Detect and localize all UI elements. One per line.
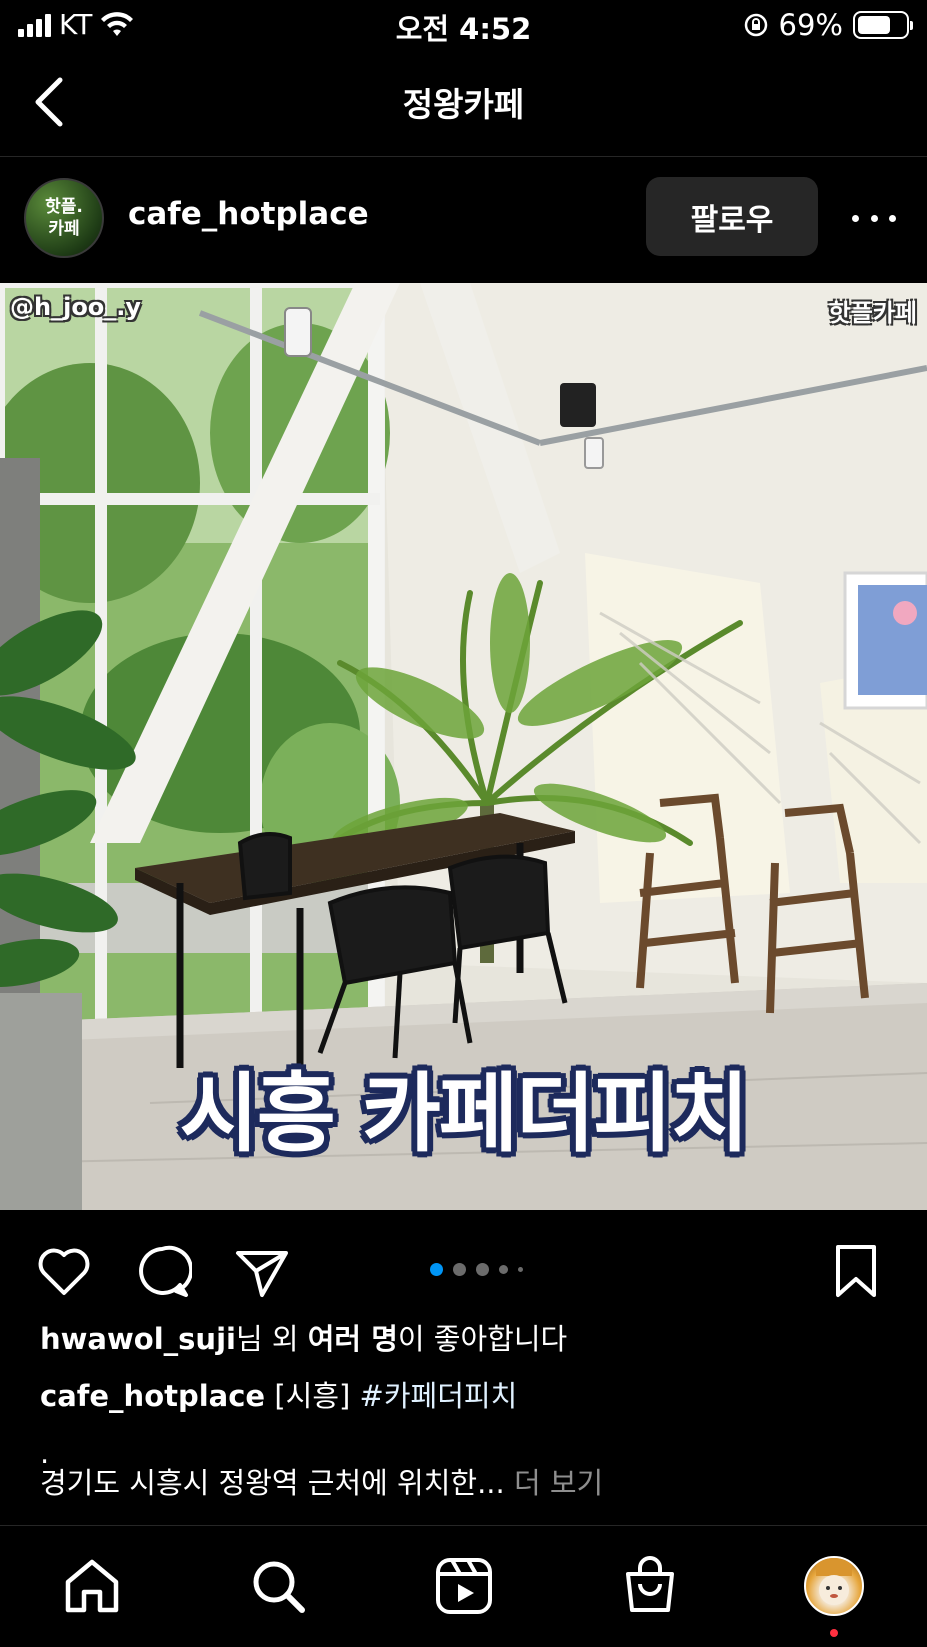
bookmark-icon[interactable]	[826, 1241, 886, 1301]
carousel-indicator	[430, 1263, 523, 1276]
caption-preview: 경기도 시흥시 정왕역 근처에 위치한...	[40, 1466, 514, 1500]
profile-avatar[interactable]	[804, 1556, 864, 1616]
battery-icon	[853, 11, 913, 39]
post-actions	[0, 1225, 927, 1315]
avatar-text-bottom: 카페	[48, 219, 80, 239]
caption-line: cafe_hotplace [시흥] #카페더피치	[40, 1382, 900, 1439]
nav-header: 정왕카페	[0, 52, 927, 157]
carousel-dot	[453, 1263, 466, 1276]
likes-line: hwawol_suji님 외 여러 명이 좋아합니다	[40, 1325, 900, 1382]
search-icon[interactable]	[246, 1554, 310, 1618]
more-options-icon[interactable]	[852, 198, 896, 238]
liked-by-username[interactable]: hwawol_suji	[40, 1322, 236, 1356]
carousel-dot	[430, 1263, 443, 1276]
like-heart-icon[interactable]	[34, 1241, 94, 1301]
page-title: 정왕카페	[402, 85, 525, 124]
caption-text: [시흥]	[265, 1379, 360, 1413]
image-brand-watermark: 핫플카페	[828, 299, 917, 327]
orientation-lock-icon	[744, 13, 767, 37]
status-right: 69%	[743, 8, 913, 42]
comment-icon[interactable]	[132, 1241, 192, 1301]
likes-others[interactable]: 여러 명	[308, 1322, 398, 1356]
avatar-text-top: 핫플.	[45, 197, 83, 217]
status-bar: KT 오전 4:52 69%	[0, 0, 927, 50]
battery-percent: 69%	[778, 8, 843, 42]
image-overlay-title: 시흥 카페더피치	[179, 1064, 750, 1164]
profile-character-icon	[816, 1558, 852, 1605]
image-credit: @h_joo_.y	[10, 293, 142, 321]
carousel-dot	[476, 1263, 489, 1276]
post-header: 핫플. 카페 cafe_hotplace 팔로우	[0, 170, 927, 270]
post-caption: hwawol_suji님 외 여러 명이 좋아합니다 cafe_hotplace…	[40, 1325, 900, 1526]
bottom-tab-bar	[0, 1525, 927, 1647]
home-icon[interactable]	[60, 1554, 124, 1618]
likes-text-a: 님 외	[235, 1322, 308, 1356]
likes-text-c: 이 좋아합니다	[397, 1322, 568, 1356]
caption-username[interactable]: cafe_hotplace	[40, 1379, 265, 1413]
notification-dot	[830, 1629, 838, 1637]
reels-icon[interactable]	[432, 1554, 496, 1618]
share-send-icon[interactable]	[232, 1241, 292, 1301]
post-image[interactable]: @h_joo_.y 핫플카페 시흥 카페더피치	[0, 283, 927, 1210]
shop-icon[interactable]	[618, 1554, 682, 1618]
carousel-dot	[499, 1265, 508, 1274]
post-username[interactable]: cafe_hotplace	[128, 196, 369, 232]
carousel-dot	[518, 1267, 523, 1272]
caption-dot: .	[40, 1436, 50, 1470]
more-link[interactable]: 더 보기	[514, 1466, 603, 1500]
caption-preview-line: 경기도 시흥시 정왕역 근처에 위치한... 더 보기	[40, 1469, 900, 1526]
follow-button[interactable]: 팔로우	[646, 177, 818, 256]
account-avatar[interactable]: 핫플. 카페	[24, 178, 104, 258]
caption-hashtag[interactable]: #카페더피치	[360, 1379, 518, 1413]
